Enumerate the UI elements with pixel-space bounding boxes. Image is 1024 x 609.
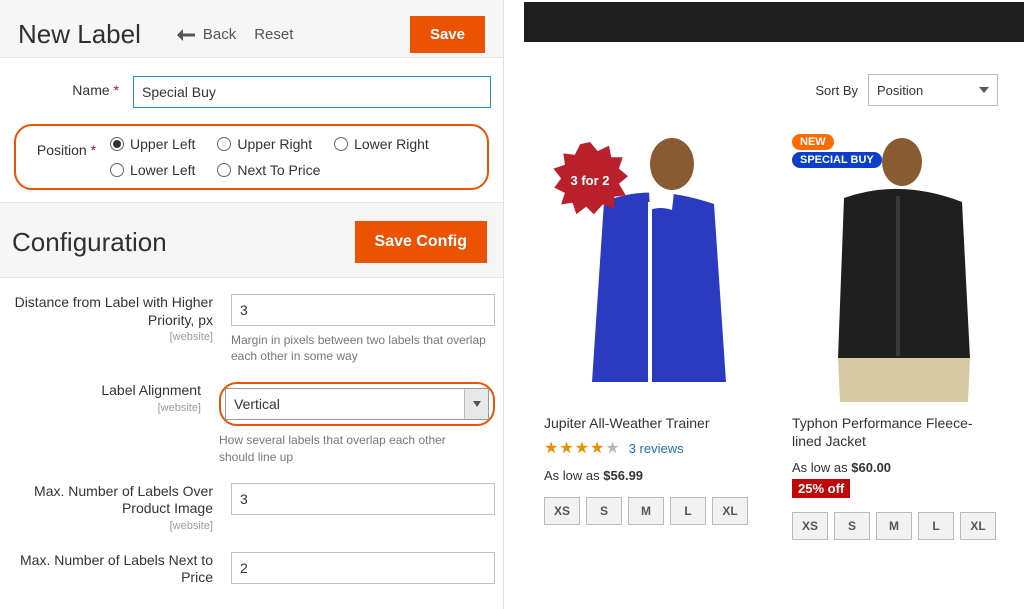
- radio-icon: [110, 137, 124, 151]
- radio-label: Lower Right: [354, 136, 429, 152]
- special-buy-badge: SPECIAL BUY: [792, 152, 882, 168]
- max-price-labels-input[interactable]: [231, 552, 495, 584]
- chevron-down-icon: [979, 85, 989, 95]
- rating-stars: ★★★★★: [544, 438, 621, 458]
- product-price: As low as $56.99: [544, 468, 754, 483]
- alignment-select[interactable]: Vertical: [225, 388, 489, 420]
- sort-by-label: Sort By: [815, 83, 858, 98]
- size-option[interactable]: M: [876, 512, 912, 540]
- product-image[interactable]: 3 for 2: [544, 132, 754, 402]
- sort-by-value: Position: [877, 83, 923, 98]
- product-image[interactable]: NEW SPECIAL BUY: [792, 132, 1002, 402]
- radio-icon: [334, 137, 348, 151]
- radio-label: Next To Price: [237, 162, 320, 178]
- distance-label: Distance from Label with Higher Priority…: [8, 294, 213, 345]
- name-input[interactable]: [133, 76, 491, 108]
- reset-button[interactable]: Reset: [254, 26, 293, 43]
- page-title: New Label: [18, 19, 141, 50]
- size-swatches: XS S M L XL: [544, 497, 754, 525]
- size-option[interactable]: S: [586, 497, 622, 525]
- save-config-button[interactable]: Save Config: [355, 221, 487, 263]
- position-option-next-to-price[interactable]: Next To Price: [217, 162, 320, 178]
- size-option[interactable]: M: [628, 497, 664, 525]
- size-option[interactable]: L: [918, 512, 954, 540]
- size-option[interactable]: XS: [544, 497, 580, 525]
- name-label: Name: [12, 76, 119, 98]
- product-name[interactable]: Jupiter All-Weather Trainer: [544, 414, 754, 432]
- position-option-upper-right[interactable]: Upper Right: [217, 136, 312, 152]
- reviews-link[interactable]: 3 reviews: [629, 441, 684, 456]
- max-price-labels-label: Max. Number of Labels Next to Price: [8, 552, 213, 587]
- save-button[interactable]: Save: [410, 16, 485, 53]
- arrow-left-icon: [177, 28, 195, 42]
- alignment-highlight: Vertical: [219, 382, 495, 426]
- radio-label: Upper Right: [237, 136, 312, 152]
- position-option-upper-left[interactable]: Upper Left: [110, 136, 195, 152]
- position-fieldset: Position Upper Left Upper Right: [14, 124, 489, 190]
- position-option-lower-left[interactable]: Lower Left: [110, 162, 195, 178]
- alignment-label: Label Alignment: [101, 382, 201, 398]
- size-option[interactable]: S: [834, 512, 870, 540]
- size-option[interactable]: XL: [960, 512, 996, 540]
- distance-input[interactable]: [231, 294, 495, 326]
- max-image-labels-input[interactable]: [231, 483, 495, 515]
- size-option[interactable]: L: [670, 497, 706, 525]
- back-button[interactable]: Back: [177, 26, 236, 43]
- alignment-select-value: Vertical: [226, 396, 464, 412]
- product-card: NEW SPECIAL BUY Typhon Performance Fleec…: [792, 132, 1002, 540]
- configuration-title: Configuration: [12, 227, 167, 258]
- storefront-header-strip: [524, 2, 1024, 42]
- size-option[interactable]: XL: [712, 497, 748, 525]
- size-swatches: XS S M L XL: [792, 512, 1002, 540]
- distance-help: Margin in pixels between two labels that…: [231, 332, 491, 364]
- chevron-down-icon: [464, 389, 488, 419]
- back-label: Back: [203, 26, 236, 43]
- radio-icon: [217, 163, 231, 177]
- discount-badge: 25% off: [792, 479, 850, 498]
- sort-by-select[interactable]: Position: [868, 74, 998, 106]
- size-option[interactable]: XS: [792, 512, 828, 540]
- radio-label: Lower Left: [130, 162, 195, 178]
- position-label: Position: [22, 136, 96, 158]
- product-price: As low as $60.00: [792, 460, 1002, 475]
- radio-icon: [217, 137, 231, 151]
- radio-label: Upper Left: [130, 136, 195, 152]
- max-image-labels-label: Max. Number of Labels Over Product Image…: [8, 483, 213, 534]
- new-badge: NEW: [792, 134, 834, 150]
- position-option-lower-right[interactable]: Lower Right: [334, 136, 429, 152]
- product-name[interactable]: Typhon Performance Fleece-lined Jacket: [792, 414, 1002, 450]
- radio-icon: [110, 163, 124, 177]
- product-card: 3 for 2 Jupiter All-Weather Trainer ★★★★…: [544, 132, 754, 540]
- alignment-help: How several labels that overlap each oth…: [219, 432, 479, 464]
- product-illustration: [792, 132, 1002, 402]
